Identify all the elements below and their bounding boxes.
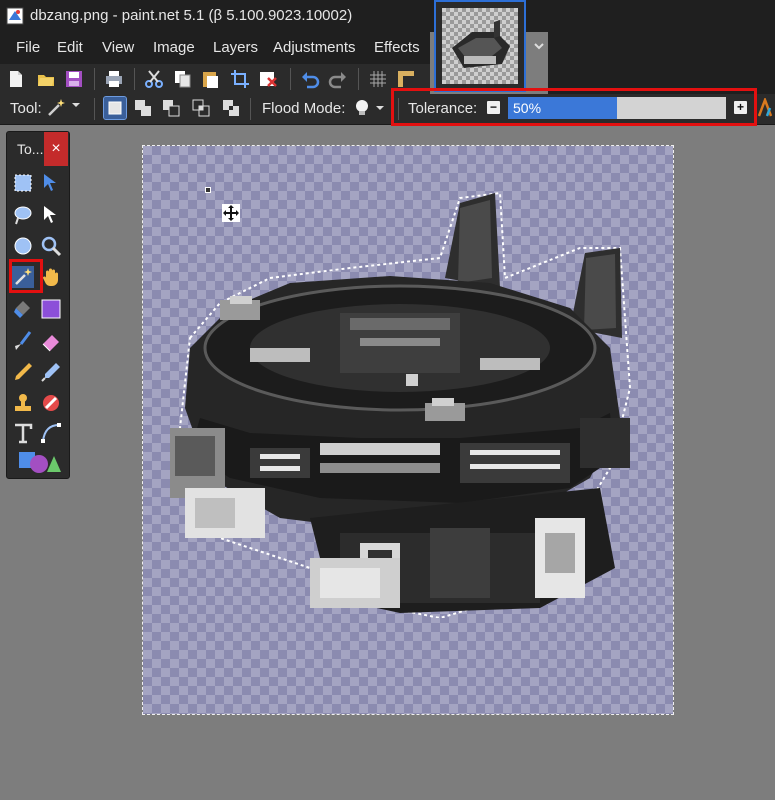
deselect-icon[interactable] [258,69,278,89]
toolbar-separator [134,68,135,90]
flood-mode-global-icon[interactable] [352,98,372,118]
selection-mode-replace-button[interactable] [103,96,127,120]
selection-mode-exclude-button[interactable] [160,97,182,119]
rulers-icon[interactable] [396,69,416,89]
crop-to-selection-icon[interactable] [230,69,250,89]
pencil-tool-icon[interactable] [12,361,34,383]
title-bar-extension [548,0,775,96]
tools-window-header[interactable]: To... × [7,132,69,166]
redo-icon[interactable] [328,69,348,89]
toolbar-separator [94,68,95,90]
menu-adjustments[interactable]: Adjustments [273,39,356,56]
new-image-icon[interactable] [6,69,26,89]
magic-wand-highlight-annotation [9,259,43,293]
tabs-dropdown-icon[interactable] [533,40,545,52]
tools-window: To... × [6,131,70,479]
pan-tool-icon[interactable] [40,266,62,288]
toolbar-separator [290,68,291,90]
paint-bucket-tool-icon[interactable] [12,298,34,320]
exclude-mode-icon [163,100,180,117]
intersect-mode-icon [192,99,210,117]
menu-layers[interactable]: Layers [213,39,258,56]
invert-mode-icon [223,100,239,116]
ship-thumbnail-icon [452,20,510,68]
text-tool-icon[interactable] [12,422,34,444]
selection-mode-union-button[interactable] [132,97,154,119]
copy-icon[interactable] [172,69,192,89]
color-picker-tool-icon[interactable] [40,361,62,383]
tolerance-highlight-annotation [391,88,757,126]
toolbar-separator [358,68,359,90]
open-icon[interactable] [36,69,56,89]
paintbrush-tool-icon[interactable] [12,330,34,352]
recolor-tool-icon[interactable] [40,392,62,414]
zoom-tool-icon[interactable] [40,235,62,257]
line-curve-tool-icon[interactable] [40,422,62,444]
undo-icon[interactable] [300,69,320,89]
tool-dropdown-icon[interactable] [70,99,82,111]
ellipse-select-tool-icon[interactable] [12,235,34,257]
grid-icon[interactable] [368,69,388,89]
toolbar-separator [250,98,251,120]
document-tab[interactable] [434,0,526,92]
spaceship-image [170,191,632,618]
union-mode-icon [135,100,151,116]
gradient-tool-icon[interactable] [40,298,62,320]
rectangle-select-tool-icon[interactable] [12,172,34,194]
lasso-select-tool-icon[interactable] [12,204,34,226]
tool-label: Tool: [10,100,42,117]
menu-view[interactable]: View [102,39,134,56]
menu-bar: File Edit View Image Layers Adjustments … [0,32,430,64]
magic-wand-tool-icon[interactable] [46,98,66,118]
paint-net-app-icon [6,7,24,25]
flood-mode-dropdown-icon[interactable] [374,102,386,114]
menu-image[interactable]: Image [153,39,195,56]
eraser-tool-icon[interactable] [40,330,62,352]
menu-file[interactable]: File [16,39,40,56]
selection-mode-intersect-button[interactable] [190,97,212,119]
menu-effects[interactable]: Effects [374,39,420,56]
selection-mode-invert-button[interactable] [220,97,242,119]
toolbar-separator [94,98,95,120]
document-thumbnail [442,8,518,84]
tools-window-close-button[interactable]: × [44,132,68,166]
flood-mode-label: Flood Mode: [262,100,346,117]
cut-icon[interactable] [144,69,164,89]
window-title: dbzang.png - paint.net 5.1 (β 5.100.9023… [30,7,353,24]
replace-mode-icon [108,101,122,115]
main-toolbar [0,64,430,94]
save-icon[interactable] [64,69,84,89]
move-selected-pixels-tool-icon[interactable] [40,172,62,194]
tools-window-title: To... [17,141,44,157]
clone-stamp-tool-icon[interactable] [12,392,34,414]
antialiasing-icon[interactable] [757,98,773,118]
move-selection-tool-icon[interactable] [40,204,62,226]
shapes-tool-icon[interactable] [17,450,61,474]
menu-edit[interactable]: Edit [57,39,83,56]
paste-icon[interactable] [200,69,220,89]
print-icon[interactable] [104,69,124,89]
